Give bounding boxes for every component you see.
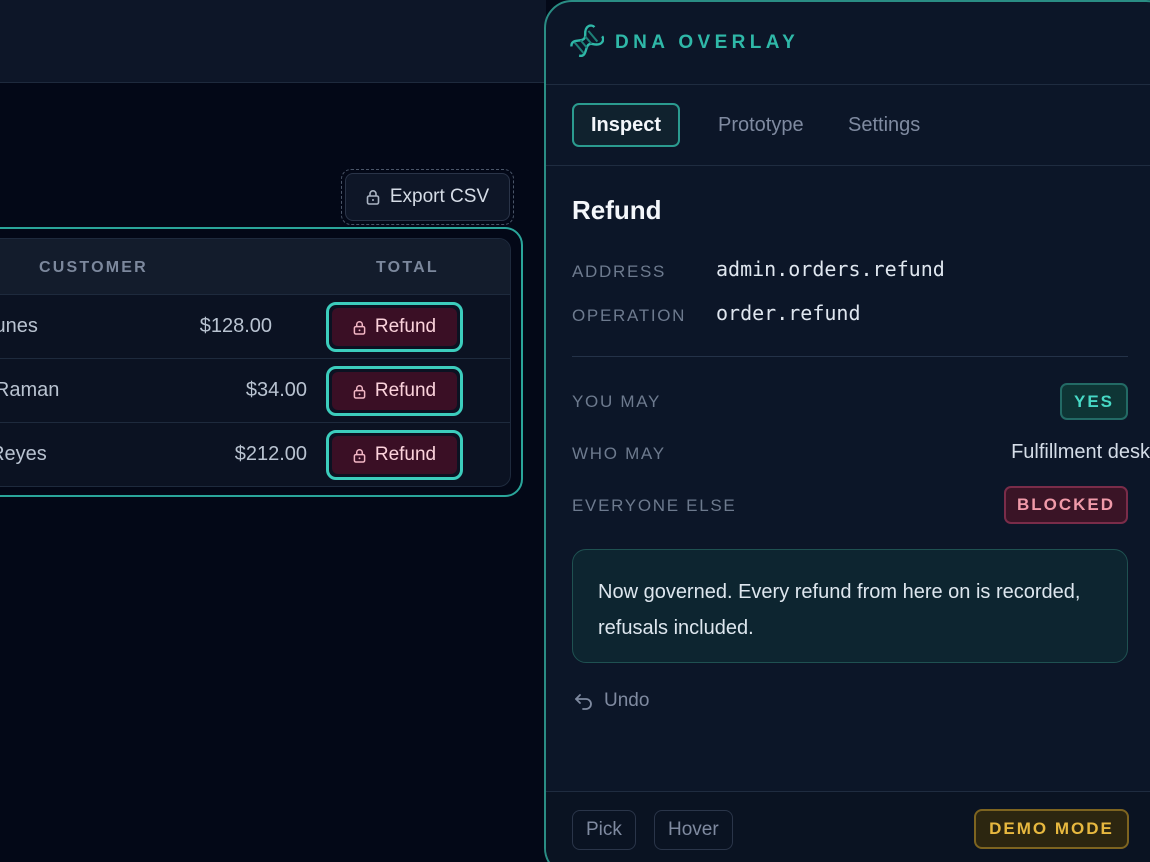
tab-inspect-label: Inspect (591, 113, 662, 136)
refund-button[interactable]: Refund (326, 302, 463, 352)
refund-button[interactable]: Refund (326, 366, 463, 416)
you-may-value: YES (1073, 391, 1115, 411)
lock-icon (366, 190, 380, 205)
refund-button-inner: Refund (332, 436, 457, 474)
hover-button[interactable]: Hover (654, 810, 733, 850)
refund-button-inner: Refund (332, 308, 457, 346)
orders-table-highlight: CUSTOMER TOTAL . Nunes $128.00 Refund (0, 227, 523, 497)
demo-mode-badge: DEMO MODE (974, 809, 1129, 849)
export-csv-label: Export CSV (389, 186, 490, 207)
lock-icon (353, 320, 366, 335)
refund-label: Refund (374, 380, 437, 401)
governance-note: Now governed. Every refund from here on … (572, 549, 1128, 663)
overlay-brand: DNA OVERLAY (615, 32, 800, 53)
refund-button-inner: Refund (332, 372, 457, 410)
customer-cell: P. Raman (0, 379, 60, 401)
table-row: T. Reyes $212.00 Refund (0, 423, 510, 486)
column-header-customer[interactable]: CUSTOMER (39, 259, 148, 277)
total-cell: $34.00 (245, 379, 307, 401)
table-row: P. Raman $34.00 Refund (0, 359, 510, 423)
everyone-else-label: EVERYONE ELSE (572, 496, 737, 515)
refund-label: Refund (374, 316, 437, 337)
dna-logo-icon (570, 24, 604, 57)
lock-icon (353, 384, 366, 399)
everyone-else-value: BLOCKED (1016, 495, 1116, 514)
refund-button[interactable]: Refund (326, 430, 463, 480)
operation-value: order.refund (716, 301, 861, 325)
address-value: admin.orders.refund (716, 257, 945, 281)
overlay-footer: Pick Hover DEMO MODE (546, 791, 1150, 862)
undo-button[interactable]: Undo (574, 690, 649, 712)
tab-settings[interactable]: Settings (848, 103, 920, 147)
section-divider (572, 356, 1128, 357)
demo-mode-label: DEMO MODE (989, 819, 1114, 838)
screen: Export CSV CUSTOMER TOTAL . Nunes $128.0… (0, 0, 1150, 862)
who-may-label: WHO MAY (572, 444, 666, 463)
address-label: ADDRESS (572, 262, 667, 281)
tab-prototype-label: Prototype (718, 113, 804, 136)
orders-table: CUSTOMER TOTAL . Nunes $128.00 Refund (0, 238, 511, 487)
table-row: . Nunes $128.00 Refund (0, 295, 510, 359)
overlay-header: DNA OVERLAY (546, 2, 1150, 85)
undo-label: Undo (604, 690, 650, 711)
tab-prototype[interactable]: Prototype (718, 103, 804, 147)
customer-cell: T. Reyes (0, 443, 47, 465)
everyone-else-badge: BLOCKED (1004, 486, 1128, 524)
total-cell: $212.00 (234, 443, 307, 465)
app-topbar (0, 0, 546, 83)
tab-settings-label: Settings (848, 113, 921, 136)
overlay-tabs: Inspect Prototype Settings (546, 85, 1150, 166)
undo-icon (575, 694, 592, 710)
pick-button[interactable]: Pick (572, 810, 636, 850)
refund-label: Refund (374, 444, 437, 465)
customer-cell: . Nunes (0, 315, 38, 337)
hover-label: Hover (668, 819, 719, 840)
you-may-badge: YES (1060, 383, 1128, 420)
you-may-label: YOU MAY (572, 392, 662, 411)
lock-icon (353, 448, 366, 463)
tab-inspect[interactable]: Inspect (572, 103, 681, 147)
export-csv-button[interactable]: Export CSV (341, 169, 514, 225)
element-title: Refund (572, 195, 662, 225)
pick-label: Pick (586, 819, 622, 840)
operation-label: OPERATION (572, 306, 687, 325)
export-csv-inner: Export CSV (345, 173, 510, 221)
total-cell: $128.00 (199, 315, 272, 337)
column-header-total[interactable]: TOTAL (376, 259, 439, 277)
table-header: CUSTOMER TOTAL (0, 239, 510, 295)
dna-overlay-panel: DNA OVERLAY Inspect Prototype Settings R… (544, 0, 1150, 862)
who-may-value: Fulfillment desk (1011, 441, 1150, 463)
